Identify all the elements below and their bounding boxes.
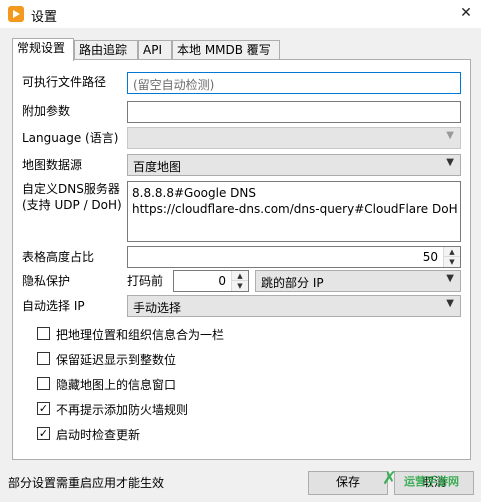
chevron-down-icon: ▼ [446,273,454,284]
extra-args-label: 附加参数 [22,104,71,118]
watermark-text: 运营手游网 [404,475,459,488]
checkbox-label: 隐藏地图上的信息窗口 [56,378,177,392]
checkbox-label: 把地理位置和组织信息合为一栏 [56,328,225,342]
close-button[interactable]: ✕ [451,0,481,28]
checkbox-box[interactable] [37,352,50,365]
privacy-label: 隐私保护 [22,274,71,288]
table-height-label: 表格高度占比 [22,250,95,264]
checkbox-label: 保留延迟显示到整数位 [56,353,177,367]
window-title: 设置 [31,10,58,25]
tab-api[interactable]: API [138,40,172,60]
chevron-down-icon: ▼ [446,157,454,168]
spin-down-icon[interactable]: ▼ [232,281,248,291]
checkmark-icon[interactable]: ✓ [37,402,50,415]
tab-mmdb-override[interactable]: 本地 MMDB 覆写 [172,40,280,60]
table-height-spin-buttons: ▲ ▼ [443,247,460,267]
tab-general[interactable]: 常规设置 [12,38,74,61]
auto-select-ip-value: 手动选择 [133,301,182,315]
app-logo-icon [8,6,24,22]
language-label: Language (语言) [22,131,119,145]
auto-select-ip-label: 自动选择 IP [22,299,85,313]
settings-panel: 可执行文件路径 (留空自动检测) 附加参数 Language (语言) ▼ 地图… [12,59,471,460]
checkbox-label: 启动时检查更新 [56,428,141,442]
auto-select-ip-select[interactable]: 手动选择 ▼ [127,295,461,317]
chevron-down-icon: ▼ [446,130,454,141]
mask-count-value: 0 [218,274,226,288]
title-bar: 设置 ✕ [0,0,481,28]
language-select[interactable]: ▼ [127,127,461,149]
exe-path-placeholder: (留空自动检测) [133,78,215,92]
watermark-logo-icon: ✗ [382,468,398,489]
map-source-label: 地图数据源 [22,158,83,172]
map-source-value: 百度地图 [133,160,182,174]
map-source-select[interactable]: 百度地图 ▼ [127,154,461,176]
spin-down-icon[interactable]: ▼ [444,257,460,267]
checkbox-box[interactable] [37,327,50,340]
table-height-value: 50 [422,250,438,264]
watermark: ✗ 运营手游网 [382,465,478,495]
mask-prefix-label: 打码前 [127,274,164,288]
mask-count-spin-buttons: ▲ ▼ [231,271,248,291]
privacy-mode-select[interactable]: 跳的部分 IP ▼ [255,270,461,292]
table-height-stepper[interactable]: 50 ▲ ▼ [127,246,461,268]
restart-notice: 部分设置需重启应用才能生效 [8,476,165,490]
save-button[interactable]: 保存 [308,471,388,495]
chevron-down-icon: ▼ [446,298,454,309]
checkmark-icon[interactable]: ✓ [37,427,50,440]
privacy-mode-value: 跳的部分 IP [261,276,324,290]
spin-up-icon[interactable]: ▲ [232,271,248,281]
checkbox-label: 不再提示添加防火墙规则 [56,403,189,417]
dns-textarea[interactable]: 8.8.8.8#Google DNS https://cloudflare-dn… [127,181,461,242]
spin-up-icon[interactable]: ▲ [444,247,460,257]
mask-count-stepper[interactable]: 0 ▲ ▼ [173,270,249,292]
exe-path-input[interactable]: (留空自动检测) [127,72,461,94]
dns-label: 自定义DNS服务器 (支持 UDP / DoH) [22,182,122,212]
exe-path-label: 可执行文件路径 [22,75,107,89]
tab-traceroute[interactable]: 路由追踪 [74,40,138,60]
extra-args-input[interactable] [127,101,461,123]
checkbox-box[interactable] [37,377,50,390]
